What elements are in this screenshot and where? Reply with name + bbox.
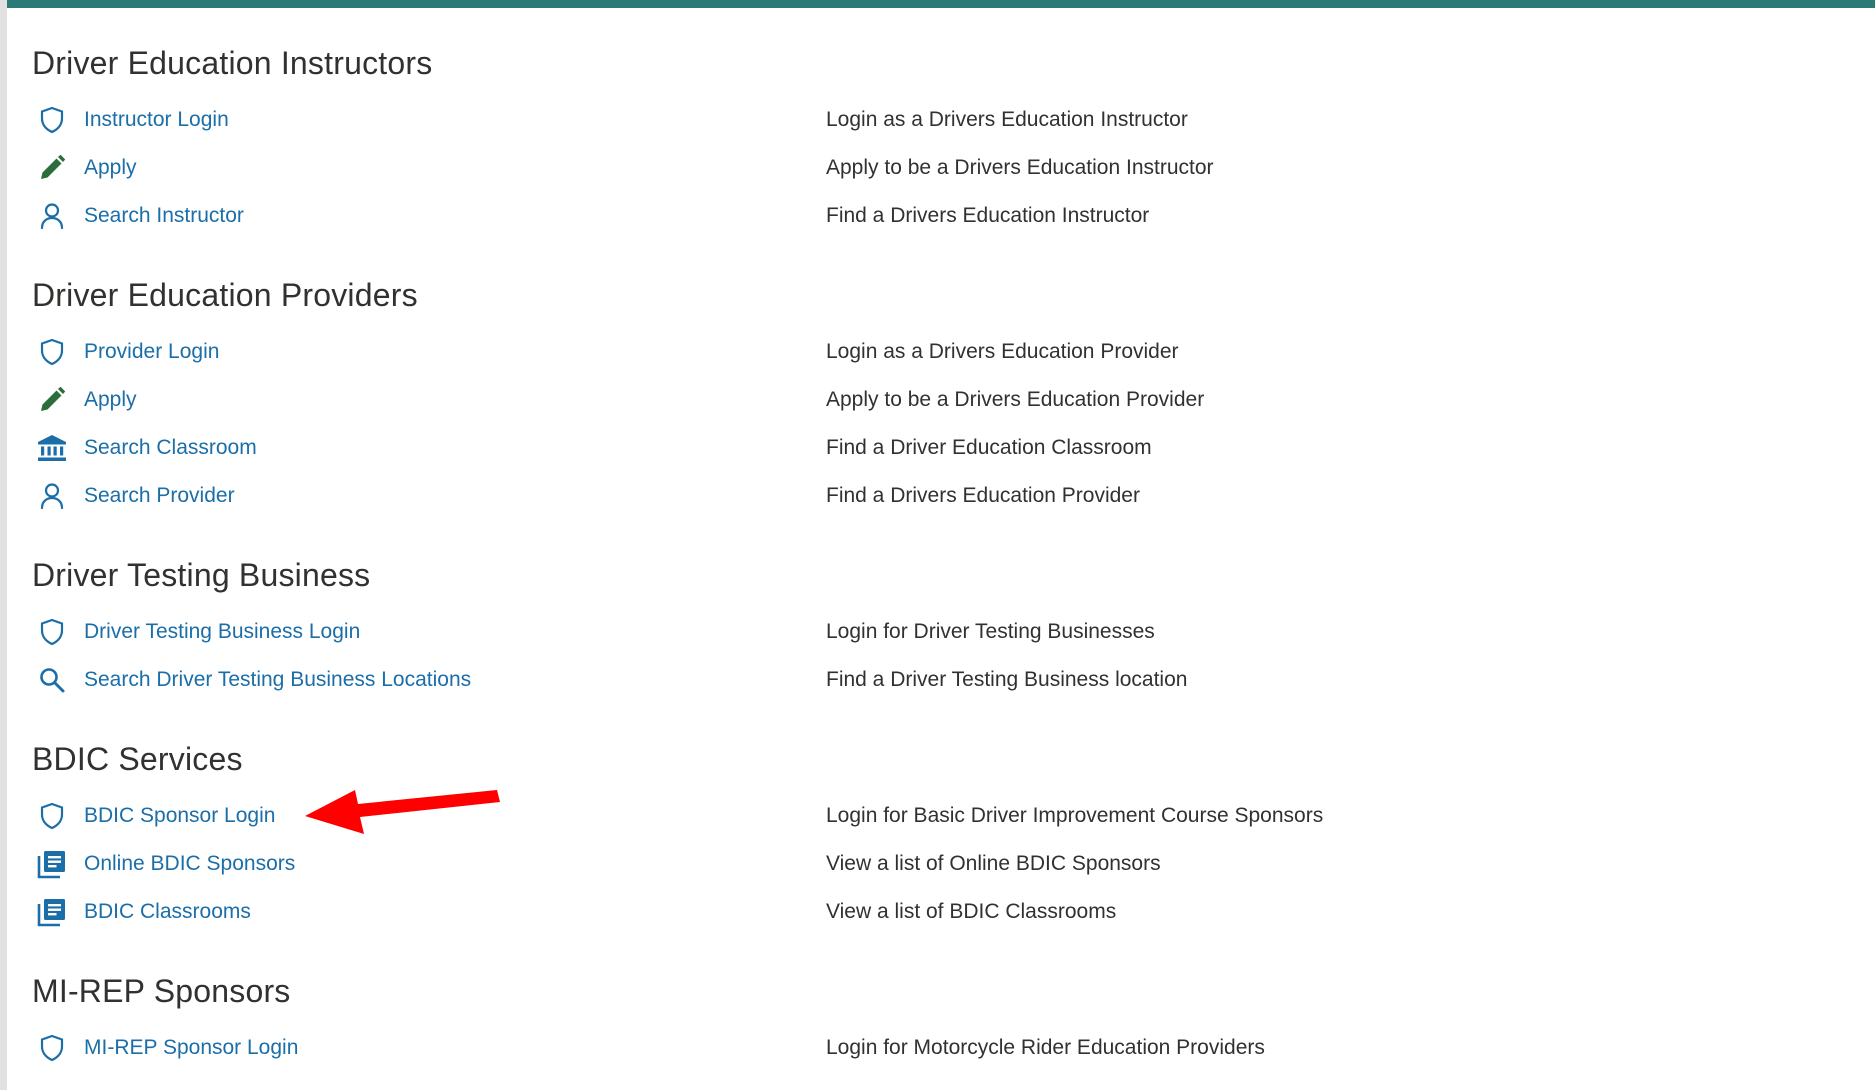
- online-bdic-sponsors-link[interactable]: Online BDIC Sponsors: [84, 852, 295, 876]
- search-classroom-link[interactable]: Search Classroom: [84, 436, 257, 460]
- shield-icon: [34, 102, 70, 138]
- arrow-shape: [305, 790, 500, 834]
- section-driver-education-instructors: Driver Education Instructors Instructor …: [32, 38, 1832, 240]
- person-icon: [34, 478, 70, 514]
- driver-testing-business-login-link[interactable]: Driver Testing Business Login: [84, 620, 360, 644]
- list-item: Provider Login Login as a Drivers Educat…: [32, 328, 1832, 376]
- section-title: MI-REP Sponsors: [32, 973, 291, 1009]
- item-description: Find a Driver Testing Business location: [826, 668, 1188, 691]
- item-description: Find a Driver Education Classroom: [826, 436, 1152, 459]
- library-icon: [34, 894, 70, 930]
- list-item: Apply Apply to be a Drivers Education In…: [32, 144, 1832, 192]
- section-title: Driver Education Instructors: [32, 45, 433, 81]
- person-icon: [34, 198, 70, 234]
- search-driver-testing-locations-link[interactable]: Search Driver Testing Business Locations: [84, 668, 471, 692]
- left-scroll-rail: [0, 0, 7, 1090]
- red-annotation-arrow: [305, 790, 500, 834]
- list-item: Apply Apply to be a Drivers Education Pr…: [32, 376, 1832, 424]
- list-item: Instructor Login Login as a Drivers Educ…: [32, 96, 1832, 144]
- item-description: View a list of Online BDIC Sponsors: [826, 852, 1161, 875]
- instructor-login-link[interactable]: Instructor Login: [84, 108, 229, 132]
- item-description: Login for Driver Testing Businesses: [826, 620, 1155, 643]
- apply-provider-link[interactable]: Apply: [84, 388, 137, 412]
- list-item: Search Instructor Find a Drivers Educati…: [32, 192, 1832, 240]
- section-title: BDIC Services: [32, 741, 243, 777]
- list-item: Search Provider Find a Drivers Education…: [32, 472, 1832, 520]
- item-description: Apply to be a Drivers Education Instruct…: [826, 156, 1214, 179]
- list-item: BDIC Classrooms View a list of BDIC Clas…: [32, 888, 1832, 936]
- shield-icon: [34, 1030, 70, 1066]
- bdic-sponsor-login-link[interactable]: BDIC Sponsor Login: [84, 804, 275, 828]
- library-icon: [34, 846, 70, 882]
- mi-rep-sponsor-login-link[interactable]: MI-REP Sponsor Login: [84, 1036, 298, 1060]
- shield-icon: [34, 614, 70, 650]
- pencil-icon: [34, 150, 70, 186]
- pencil-icon: [34, 382, 70, 418]
- list-item: Driver Testing Business Login Login for …: [32, 608, 1832, 656]
- section-driver-testing-business: Driver Testing Business Driver Testing B…: [32, 550, 1832, 704]
- shield-icon: [34, 334, 70, 370]
- list-item: Search Classroom Find a Driver Education…: [32, 424, 1832, 472]
- apply-instructor-link[interactable]: Apply: [84, 156, 137, 180]
- bank-icon: [34, 430, 70, 466]
- search-instructor-link[interactable]: Search Instructor: [84, 204, 244, 228]
- section-mi-rep-sponsors: MI-REP Sponsors MI-REP Sponsor Login Log…: [32, 966, 1832, 1072]
- item-description: Login for Basic Driver Improvement Cours…: [826, 804, 1324, 827]
- list-item: Search Driver Testing Business Locations…: [32, 656, 1832, 704]
- item-description: Find a Drivers Education Instructor: [826, 204, 1150, 227]
- bdic-classrooms-link[interactable]: BDIC Classrooms: [84, 900, 251, 924]
- item-description: Apply to be a Drivers Education Provider: [826, 388, 1205, 411]
- section-title: Driver Education Providers: [32, 277, 418, 313]
- item-description: View a list of BDIC Classrooms: [826, 900, 1117, 923]
- search-provider-link[interactable]: Search Provider: [84, 484, 235, 508]
- section-driver-education-providers: Driver Education Providers Provider Logi…: [32, 270, 1832, 520]
- search-icon: [34, 662, 70, 698]
- item-description: Login as a Drivers Education Provider: [826, 340, 1179, 363]
- item-description: Login as a Drivers Education Instructor: [826, 108, 1188, 131]
- main-content: Driver Education Instructors Instructor …: [32, 38, 1832, 1072]
- section-title: Driver Testing Business: [32, 557, 371, 593]
- list-item: Online BDIC Sponsors View a list of Onli…: [32, 840, 1832, 888]
- item-description: Login for Motorcycle Rider Education Pro…: [826, 1036, 1265, 1059]
- shield-icon: [34, 798, 70, 834]
- item-description: Find a Drivers Education Provider: [826, 484, 1140, 507]
- top-accent-bar: [0, 0, 1875, 8]
- list-item: MI-REP Sponsor Login Login for Motorcycl…: [32, 1024, 1832, 1072]
- provider-login-link[interactable]: Provider Login: [84, 340, 219, 364]
